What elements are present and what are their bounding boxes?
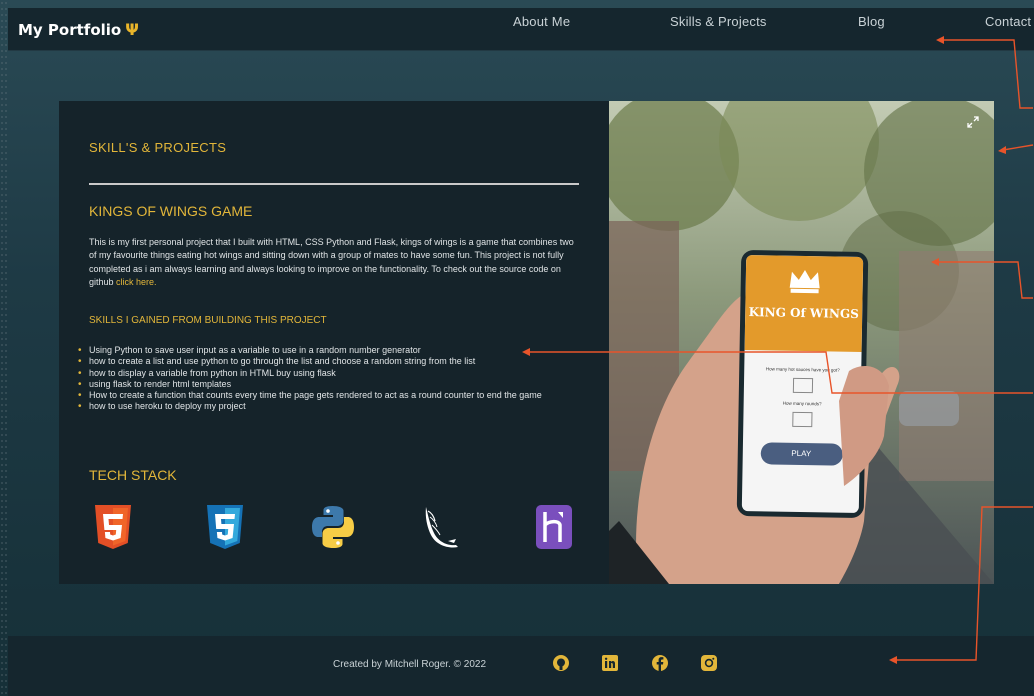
project-image: KING Of WINGS How many hot sauces have y…	[609, 101, 994, 584]
github-icon[interactable]	[552, 654, 570, 672]
nav-link-blog[interactable]: Blog	[858, 14, 885, 29]
instagram-icon[interactable]	[700, 654, 718, 672]
phone-input-1[interactable]	[792, 377, 813, 394]
list-item: How to create a function that counts eve…	[77, 390, 597, 402]
list-item: how to use heroku to deploy my project	[77, 401, 597, 413]
crown-icon	[789, 270, 820, 294]
edge-dotted-border	[0, 0, 8, 696]
phone-play-button[interactable]: PLAY	[760, 442, 843, 466]
phone-input-2[interactable]	[791, 411, 813, 428]
phone-app-title: KING Of WINGS	[748, 305, 859, 321]
nav-link-about[interactable]: About Me	[513, 14, 570, 29]
nav-link-contact[interactable]: Contact	[985, 14, 1031, 29]
expand-icon[interactable]	[966, 115, 980, 129]
brand[interactable]: My Portfolio Ψ	[18, 20, 139, 39]
phone-header: KING Of WINGS	[744, 254, 864, 353]
heroku-icon	[536, 505, 572, 549]
linkedin-icon[interactable]	[601, 654, 619, 672]
thumb	[839, 366, 889, 486]
list-item: how to display a variable from python in…	[77, 368, 597, 380]
footer	[8, 636, 1034, 696]
skills-title: SKILLS I GAINED FROM BUILDING THIS PROJE…	[89, 315, 327, 326]
nav-link-skills-projects[interactable]: Skills & Projects	[670, 14, 767, 29]
list-item: how to create a list and use python to g…	[77, 356, 597, 368]
facebook-icon[interactable]	[651, 654, 669, 672]
github-link[interactable]: click here.	[116, 277, 157, 287]
html5-icon	[95, 505, 131, 549]
footer-credit: Created by Mitchell Roger. © 2022	[333, 659, 487, 670]
section-title: SKILL'S & PROJECTS	[89, 140, 227, 155]
list-item: Using Python to save user input as a var…	[77, 345, 597, 357]
trident-icon: Ψ	[125, 20, 139, 39]
python-icon	[312, 506, 354, 548]
list-item: using flask to render html templates	[77, 379, 597, 391]
css3-icon	[207, 505, 243, 549]
project-description: This is my first personal project that I…	[89, 236, 581, 290]
divider	[89, 183, 579, 185]
arrow-image-top	[1002, 144, 1034, 151]
skills-list: Using Python to save user input as a var…	[77, 345, 597, 413]
flask-icon	[425, 507, 458, 548]
tech-stack-title: TECH STACK	[89, 467, 177, 483]
brand-label: My Portfolio	[18, 20, 122, 39]
project-title: KINGS OF WINGS GAME	[89, 203, 253, 219]
project-description-text: This is my first personal project that I…	[89, 237, 574, 288]
